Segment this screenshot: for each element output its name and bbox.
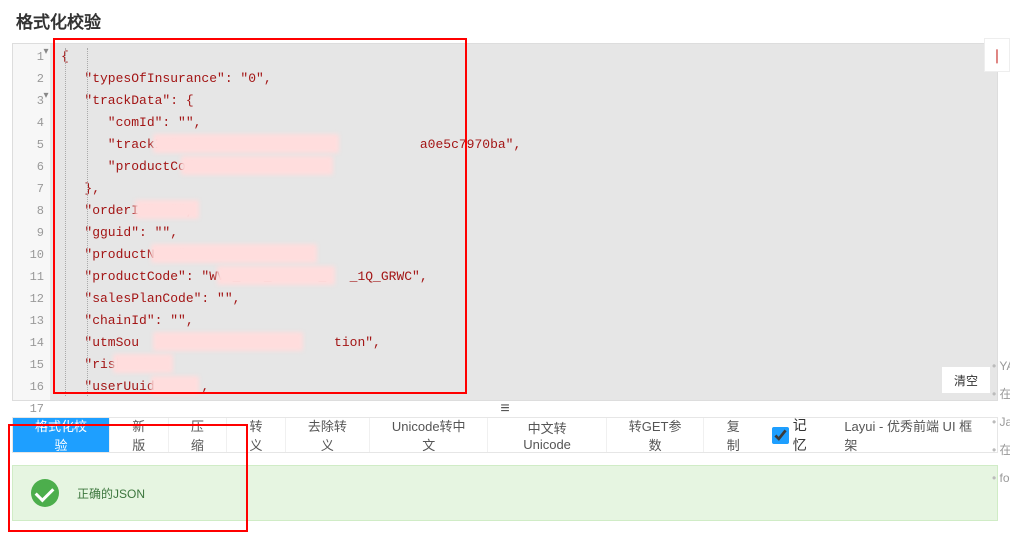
code-editor[interactable]: 1234567891011121314151617 { "typesOfInsu… xyxy=(12,43,998,401)
line-number: 7 xyxy=(13,178,44,200)
code-line xyxy=(51,398,997,400)
toolbar-button-0[interactable]: 格式化校验 xyxy=(13,418,110,452)
side-top-button[interactable]: ❘ xyxy=(984,38,1010,72)
toolbar-button-7[interactable]: 转GET参数 xyxy=(607,418,705,452)
memory-label: 记忆 xyxy=(793,415,821,455)
side-item-0[interactable]: YA xyxy=(992,352,1010,380)
toolbar-button-4[interactable]: 去除转义 xyxy=(286,418,370,452)
checkmark-icon xyxy=(31,479,59,507)
toolbar-button-3[interactable]: 转义 xyxy=(227,418,286,452)
code-line: "comId": "", xyxy=(51,112,997,134)
line-number: 4 xyxy=(13,112,44,134)
side-item-1[interactable]: 在 xyxy=(992,380,1010,408)
side-item-2[interactable]: Ja xyxy=(992,408,1010,436)
toolbar-button-1[interactable]: 新版 xyxy=(110,418,169,452)
code-line: "typesOfInsurance": "0", xyxy=(51,68,997,90)
line-number: 13 xyxy=(13,310,44,332)
toolbar-button-5[interactable]: Unicode转中文 xyxy=(370,418,488,452)
line-number: 1 xyxy=(13,46,44,68)
toolbar: 格式化校验新版压缩转义去除转义Unicode转中文中文转Unicode转GET参… xyxy=(12,417,998,453)
line-number: 10 xyxy=(13,244,44,266)
line-number: 11 xyxy=(13,266,44,288)
code-line: "riskCod xyxy=(51,354,997,376)
line-number: 6 xyxy=(13,156,44,178)
page-title: 格式化校验 xyxy=(16,8,994,33)
code-line: { xyxy=(51,46,997,68)
result-message: 正确的JSON xyxy=(77,485,145,502)
toolbar-button-8[interactable]: 复制 xyxy=(704,418,762,452)
fold-icon[interactable]: ▾ xyxy=(41,46,51,57)
line-number: 2 xyxy=(13,68,44,90)
code-line: "gguid": "", xyxy=(51,222,997,244)
line-number: 15 xyxy=(13,354,44,376)
side-item-3[interactable]: 在 xyxy=(992,436,1010,464)
line-number: 3 xyxy=(13,90,44,112)
fold-icon[interactable]: ▾ xyxy=(41,90,51,101)
toolbar-button-6[interactable]: 中文转Unicode xyxy=(488,418,606,452)
side-panel: ❘ YA在Ja在fo xyxy=(984,38,1010,492)
code-line: }, xyxy=(51,178,997,200)
code-line: "trackData": { xyxy=(51,90,997,112)
memory-toggle[interactable]: 记忆 xyxy=(762,418,830,452)
side-item-4[interactable]: fo xyxy=(992,464,1010,492)
code-line: "productCode": "WVB_ _ _ _1Q_GRWC", xyxy=(51,266,997,288)
code-line: "salesPlanCode": "", xyxy=(51,288,997,310)
line-number: 14 xyxy=(13,332,44,354)
line-number: 16 xyxy=(13,376,44,398)
line-number: 5 xyxy=(13,134,44,156)
result-panel: 正确的JSON xyxy=(12,465,998,521)
resize-handle[interactable]: ≡ xyxy=(12,401,998,417)
line-number: 8 xyxy=(13,200,44,222)
line-number: 9 xyxy=(13,222,44,244)
toolbar-button-2[interactable]: 压缩 xyxy=(169,418,228,452)
memory-checkbox[interactable] xyxy=(772,427,789,444)
line-number: 17 xyxy=(13,398,44,420)
line-number: 12 xyxy=(13,288,44,310)
layui-link[interactable]: Layui - 优秀前端 UI 框架 xyxy=(830,418,997,452)
code-line: "chainId": "", xyxy=(51,310,997,332)
